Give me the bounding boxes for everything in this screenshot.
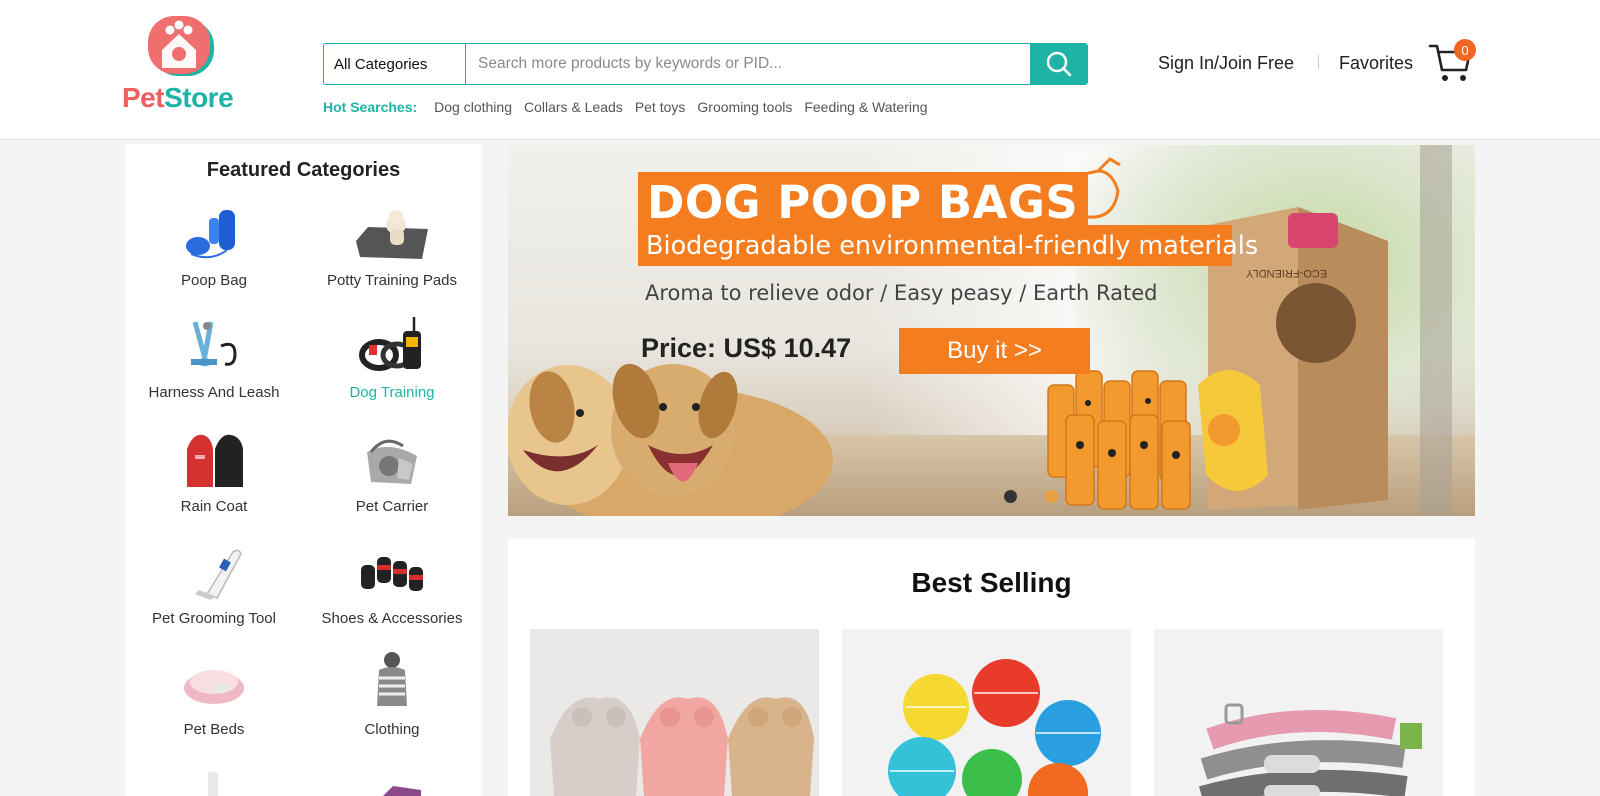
product-image — [842, 629, 1131, 796]
category-label: Rain Coat — [180, 498, 248, 515]
shoes-icon — [352, 538, 432, 606]
harness-icon — [174, 312, 254, 380]
brand-name-store: Store — [164, 82, 234, 113]
category-partial-item — [200, 772, 230, 796]
hero-banner[interactable]: ECO-FRIENDLY DOG POOP BAGS Biodegradable… — [508, 145, 1475, 516]
category-label: Dog Training — [349, 384, 435, 401]
product-card-dog-collars[interactable] — [1154, 629, 1443, 796]
hot-search-link[interactable]: Feeding & Watering — [804, 99, 927, 115]
clipper-icon — [174, 538, 254, 606]
search-input[interactable] — [466, 44, 1030, 84]
category-grooming-tool[interactable]: Pet Grooming Tool — [125, 538, 303, 648]
paw-house-icon — [148, 16, 214, 76]
poop-bag-icon — [174, 200, 254, 268]
hot-search-link[interactable]: Collars & Leads — [524, 99, 623, 115]
category-label: Potty Training Pads — [326, 272, 458, 289]
site-header: PetStore All Categories Hot Searches: Do… — [0, 0, 1600, 140]
hot-search-link[interactable]: Grooming tools — [697, 99, 792, 115]
bed-icon — [174, 649, 254, 717]
best-selling-section: Best Selling — [508, 539, 1475, 796]
category-select[interactable]: All Categories — [324, 44, 466, 84]
hot-searches-label: Hot Searches: — [323, 99, 418, 115]
product-image — [1154, 629, 1443, 796]
category-poop-bag[interactable]: Poop Bag — [125, 200, 303, 310]
banner-subtitle: Biodegradable environmental-friendly mat… — [638, 225, 1258, 266]
carrier-icon — [352, 426, 432, 494]
brand-name-pet: Pet — [122, 82, 165, 113]
product-image — [530, 629, 819, 796]
petstore-logo[interactable]: PetStore — [122, 14, 248, 114]
category-rain-coat[interactable]: Rain Coat — [125, 426, 303, 536]
training-collar-icon — [352, 312, 432, 380]
banner-price: Price: US$ 10.47 — [641, 333, 852, 363]
category-dog-training[interactable]: Dog Training — [303, 312, 481, 422]
cart-count-badge: 0 — [1454, 39, 1476, 61]
search-icon — [1046, 51, 1071, 77]
potty-pad-icon — [352, 200, 432, 268]
favorites-link[interactable]: Favorites — [1339, 53, 1413, 74]
bottle-icon — [208, 772, 218, 796]
featured-categories-panel: Featured Categories Poop Bag Potty Train… — [125, 144, 482, 796]
category-pet-beds[interactable]: Pet Beds — [125, 649, 303, 759]
category-label: Pet Beds — [183, 721, 245, 738]
category-label: Pet Carrier — [355, 498, 429, 515]
signin-link[interactable]: Sign In/Join Free — [1158, 53, 1294, 74]
brand-wordmark: PetStore — [122, 82, 234, 114]
category-potty-pads[interactable]: Potty Training Pads — [303, 200, 481, 310]
category-label: Harness And Leash — [148, 384, 280, 401]
banner-tagline: Aroma to relieve odor / Easy peasy / Ear… — [645, 281, 1158, 305]
buy-button[interactable]: Buy it >> — [899, 328, 1090, 374]
category-label: Clothing — [364, 721, 420, 738]
product-card-treat-balls[interactable] — [842, 629, 1131, 796]
cart-button[interactable]: 0 — [1428, 39, 1476, 84]
category-label: Shoes & Accessories — [321, 610, 463, 627]
hot-searches: Hot Searches: Dog clothing Collars & Lea… — [323, 99, 940, 115]
carousel-dot-active[interactable] — [1004, 490, 1017, 503]
category-shoes[interactable]: Shoes & Accessories — [303, 538, 481, 648]
hot-search-link[interactable]: Pet toys — [635, 99, 686, 115]
clothing-icon — [352, 649, 432, 717]
divider — [1318, 55, 1319, 69]
featured-categories-title: Featured Categories — [206, 159, 401, 181]
toy-icon — [383, 786, 421, 796]
banner-title: DOG POOP BAGS — [638, 172, 1089, 231]
category-clothing[interactable]: Clothing — [303, 649, 481, 759]
best-selling-title: Best Selling — [911, 567, 1072, 598]
category-partial-item — [375, 780, 425, 796]
search-bar: All Categories — [323, 43, 1088, 85]
category-label: Pet Grooming Tool — [152, 610, 276, 627]
category-label: Poop Bag — [181, 272, 247, 289]
category-pet-carrier[interactable]: Pet Carrier — [303, 426, 481, 536]
product-card-fleece-coats[interactable] — [530, 629, 819, 796]
eco-friendly-box-label: ECO-FRIENDLY — [1246, 267, 1328, 279]
search-button[interactable] — [1030, 44, 1087, 84]
category-harness[interactable]: Harness And Leash — [125, 312, 303, 422]
raincoat-icon — [174, 426, 254, 494]
hot-search-link[interactable]: Dog clothing — [434, 99, 512, 115]
carousel-dot[interactable] — [1045, 490, 1058, 503]
